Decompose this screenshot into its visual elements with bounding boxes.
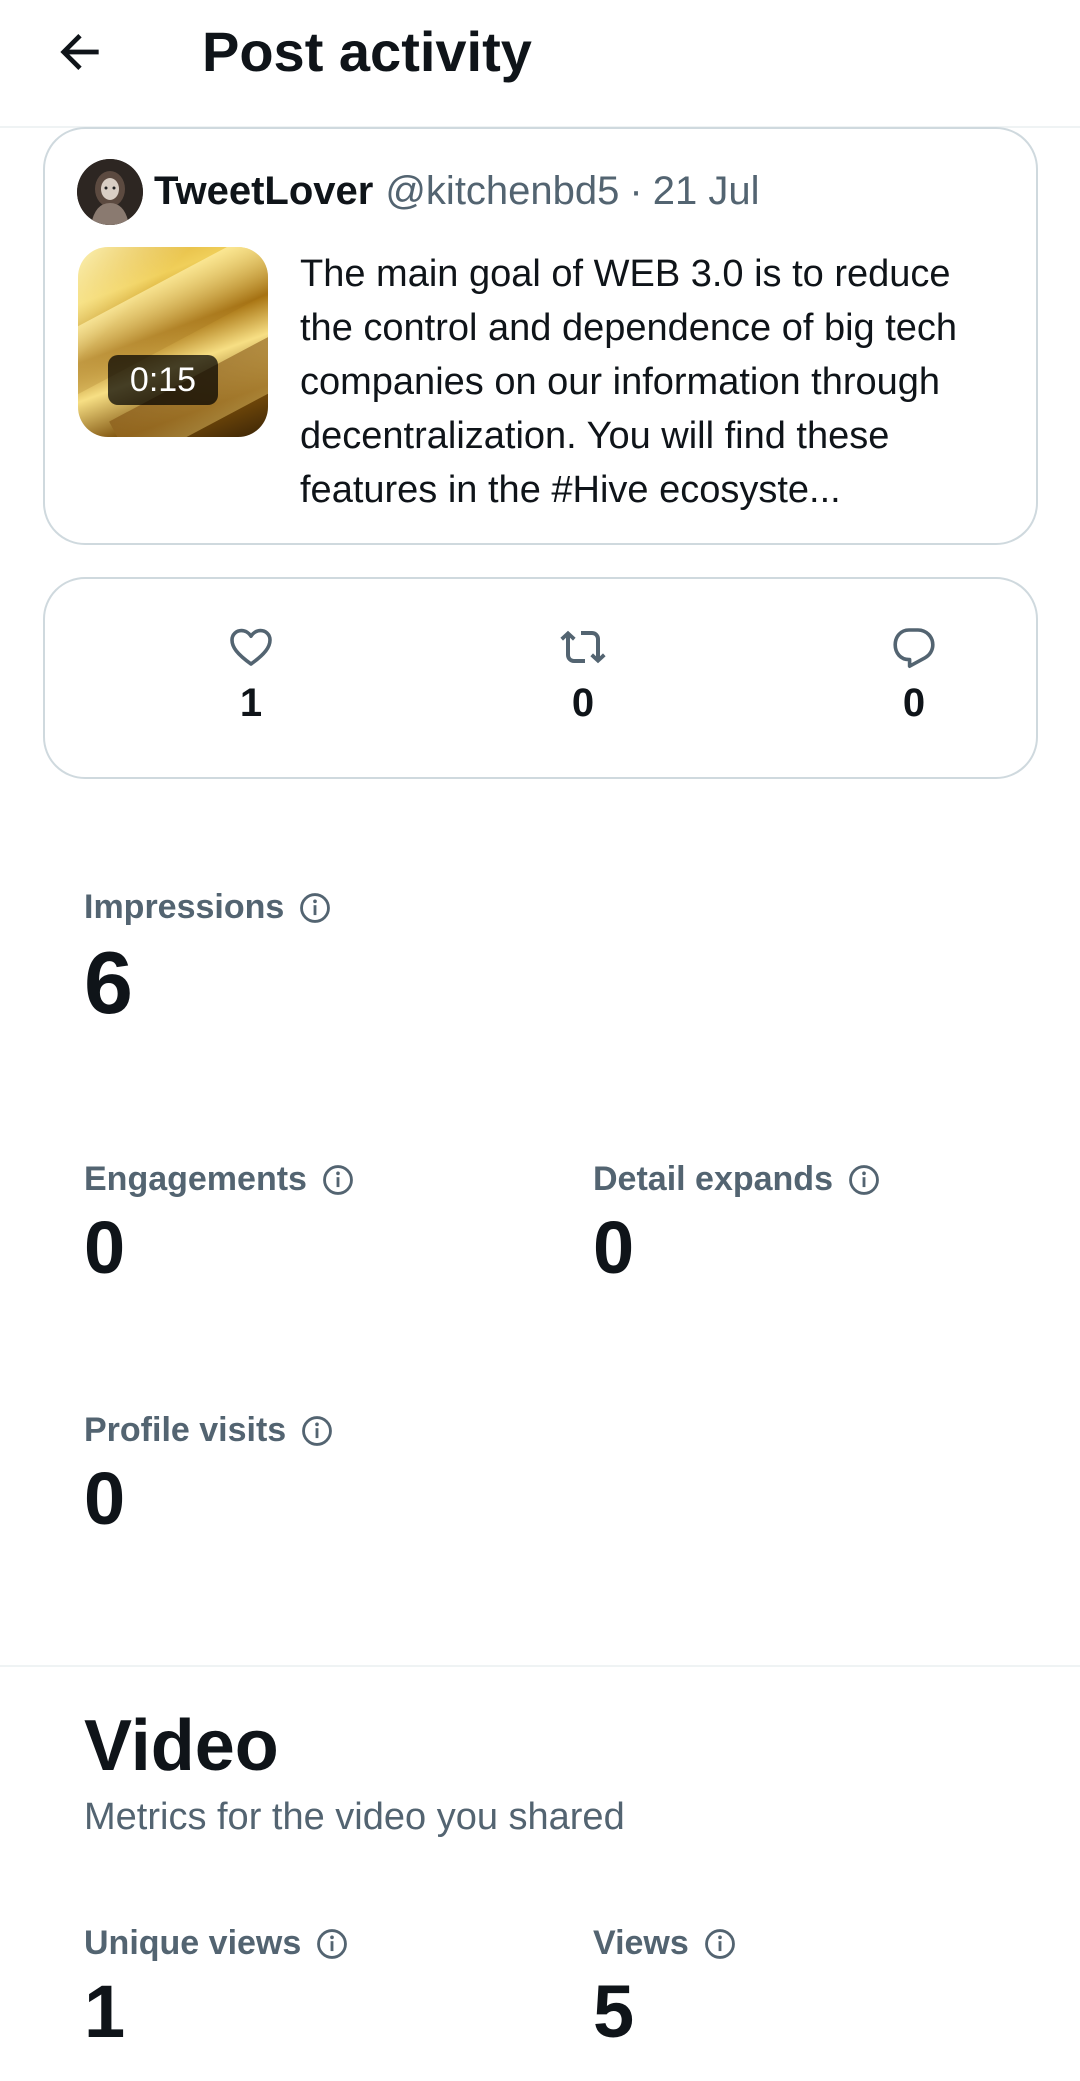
author-handle[interactable]: @kitchenbd5 <box>385 169 619 214</box>
arrow-left-icon <box>60 34 99 70</box>
section-divider <box>0 1665 1080 1667</box>
replies-stat[interactable]: 0 <box>844 623 984 733</box>
video-duration-badge: 0:15 <box>108 355 218 405</box>
post-header: TweetLover @kitchenbd5 · 21 Jul <box>154 161 760 221</box>
info-icon[interactable] <box>298 891 332 925</box>
likes-stat[interactable]: 1 <box>181 623 321 733</box>
video-thumbnail[interactable]: 0:15 <box>78 247 268 437</box>
profile-visits-label: Profile visits <box>84 1411 287 1449</box>
impressions-metric: Impressions 6 <box>84 888 332 1027</box>
page-title: Post activity <box>202 20 532 83</box>
reposts-count: 0 <box>571 681 595 725</box>
engagements-label: Engagements <box>84 1160 307 1198</box>
profile-visits-metric: Profile visits 0 <box>84 1411 334 1536</box>
reply-icon <box>893 628 935 668</box>
info-icon[interactable] <box>315 1927 349 1961</box>
heart-icon <box>230 628 272 666</box>
info-icon[interactable] <box>321 1163 355 1197</box>
post-text: The main goal of WEB 3.0 is to reduce th… <box>300 253 958 511</box>
replies-count: 0 <box>902 681 926 725</box>
avatar[interactable] <box>77 159 143 225</box>
unique-views-value: 1 <box>84 1970 126 2053</box>
info-icon[interactable] <box>300 1414 334 1448</box>
video-section-subtitle: Metrics for the video you shared <box>84 1796 625 1838</box>
unique-views-metric: Unique views 1 <box>84 1924 349 2049</box>
post-card[interactable]: TweetLover @kitchenbd5 · 21 Jul 0:15 The… <box>43 127 1038 545</box>
unique-views-label: Unique views <box>84 1924 302 1962</box>
author-name[interactable]: TweetLover <box>154 169 373 214</box>
video-section-title: Video <box>84 1706 279 1786</box>
impressions-value: 6 <box>84 933 133 1032</box>
back-button[interactable] <box>44 16 116 88</box>
repost-icon <box>560 630 606 664</box>
detail-expands-metric: Detail expands 0 <box>593 1160 881 1285</box>
views-label: Views <box>593 1924 689 1962</box>
info-icon[interactable] <box>847 1163 881 1197</box>
separator-dot: · <box>629 168 643 213</box>
engagement-stats-card: 1 0 0 <box>43 577 1038 779</box>
views-value: 5 <box>593 1970 635 2053</box>
detail-expands-label: Detail expands <box>593 1160 833 1198</box>
profile-visits-value: 0 <box>84 1457 126 1540</box>
reposts-stat[interactable]: 0 <box>513 623 653 733</box>
avatar-image <box>77 159 143 225</box>
post-date: 21 Jul <box>652 168 760 213</box>
likes-count: 1 <box>239 681 263 725</box>
info-icon[interactable] <box>703 1927 737 1961</box>
views-metric: Views 5 <box>593 1924 737 2049</box>
post-activity-page: Post activity TweetLover @kitchenbd5 · 2… <box>0 0 1080 2081</box>
engagements-metric: Engagements 0 <box>84 1160 355 1285</box>
header: Post activity <box>0 0 1080 128</box>
detail-expands-value: 0 <box>593 1206 635 1289</box>
impressions-label: Impressions <box>84 888 285 926</box>
engagements-value: 0 <box>84 1206 126 1289</box>
